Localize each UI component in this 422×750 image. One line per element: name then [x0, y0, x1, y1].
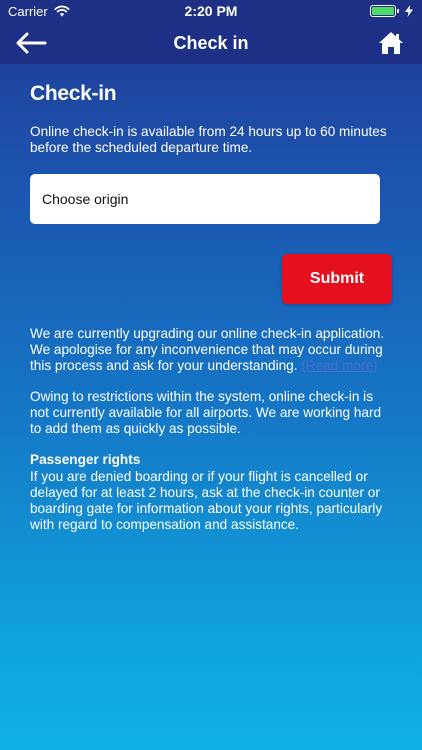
choose-origin-field[interactable]: Choose origin: [30, 174, 380, 224]
status-right: [370, 5, 414, 17]
back-button[interactable]: [14, 26, 48, 60]
navigation-bar: Check in: [0, 22, 422, 64]
page-title: Check in: [173, 32, 249, 53]
checkin-heading: Check-in: [30, 82, 117, 105]
main-content: Check-in Online check-in is available fr…: [0, 64, 422, 533]
passenger-rights-text: If you are denied boarding or if your fl…: [30, 469, 383, 532]
status-bar: Carrier 2:20 PM: [0, 0, 422, 22]
origin-placeholder: Choose origin: [42, 191, 129, 207]
passenger-rights-heading: Passenger rights: [30, 452, 141, 467]
back-arrow-icon: [16, 32, 47, 54]
wifi-icon: [54, 5, 70, 17]
carrier-label: Carrier: [8, 3, 48, 19]
home-icon: [379, 32, 403, 54]
home-button[interactable]: [374, 26, 408, 60]
submit-button[interactable]: Submit: [282, 254, 392, 304]
charging-icon: [405, 5, 413, 17]
upgrade-notice: We are currently upgrading our online ch…: [30, 326, 392, 374]
status-left: Carrier: [8, 4, 70, 19]
restrictions-notice: Owing to restrictions within the system,…: [30, 389, 382, 436]
read-more-link[interactable]: (Read more): [301, 358, 377, 373]
battery-icon: [370, 5, 399, 17]
submit-row: Submit: [30, 254, 392, 304]
intro-text: Online check-in is available from 24 hou…: [30, 124, 387, 155]
battery-fill: [372, 7, 394, 15]
